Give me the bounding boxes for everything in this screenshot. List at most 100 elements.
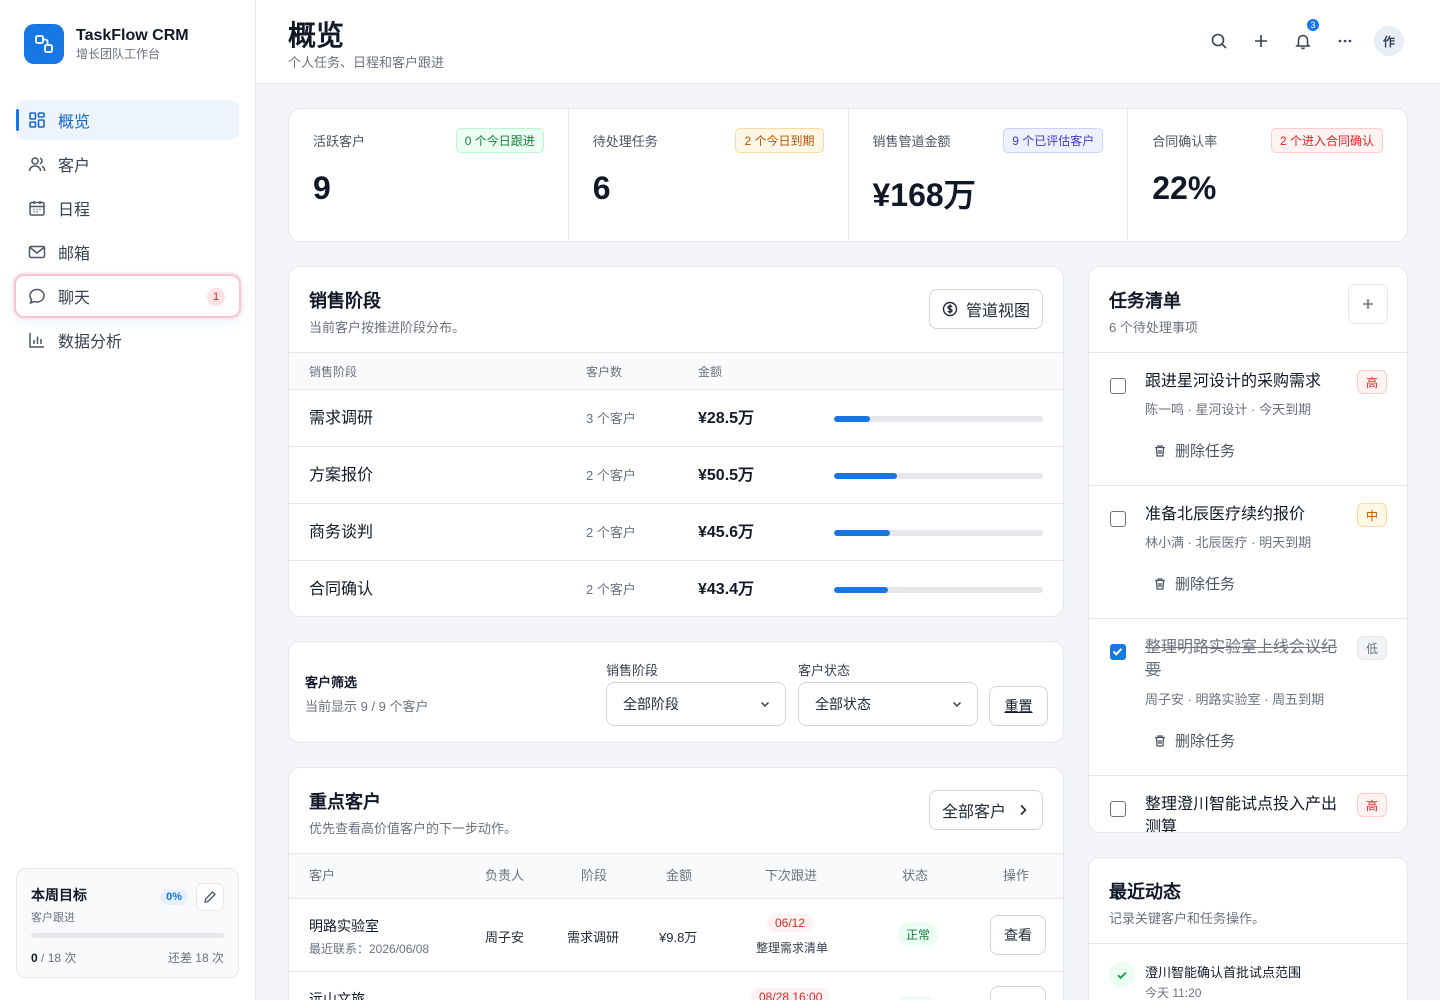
delete-task-button[interactable]: 删除任务 [1153, 730, 1235, 751]
sidebar-item-analytics[interactable]: 数据分析 [16, 320, 239, 360]
sidebar-item-clients[interactable]: 客户 [16, 144, 239, 184]
stage-name: 需求调研 [309, 410, 374, 427]
goal-edit-button[interactable] [196, 883, 224, 911]
pipeline-view-label: 管道视图 [965, 303, 1030, 320]
stage-count: 2 个客户 [586, 468, 636, 483]
key-clients-card: 重点客户 优先查看高价值客户的下一步动作。 全部客户 客户 负责人 阶段 金额 … [288, 767, 1064, 1000]
delete-task-button[interactable]: 删除任务 [1153, 440, 1235, 461]
next-followup-date: 08/28 16:00 [751, 988, 831, 1000]
stat-chip: 0 个今日跟进 [455, 128, 544, 153]
add-task-button[interactable] [1348, 284, 1388, 324]
chevron-right-icon [1020, 804, 1027, 816]
filter-subtitle: 当前显示 9 / 9 个客户 [305, 699, 429, 714]
stage-amount: ¥50.5万 [698, 467, 755, 484]
stage-amount: ¥28.5万 [698, 410, 755, 427]
pipeline-view-button[interactable]: 管道视图 [929, 289, 1043, 329]
app-subtitle: 增长团队工作台 [76, 47, 161, 61]
trash-icon [1155, 444, 1165, 457]
stage-amount: ¥43.4万 [698, 581, 755, 598]
column-header: 操作 [1003, 868, 1030, 883]
column-header: 阶段 [581, 868, 608, 883]
sidebar-item-overview[interactable]: 概览 [16, 100, 239, 140]
priority-badge: 低 [1357, 636, 1387, 660]
stat-contract-rate: 合同确认率 2 个进入合同确认 22% [1128, 109, 1407, 241]
sidebar-item-schedule[interactable]: 日程 [16, 188, 239, 228]
client-owner: 周子安 [485, 930, 525, 945]
more-horizontal-icon [1338, 39, 1352, 43]
plus-icon [1255, 35, 1267, 47]
status-filter-label: 客户状态 [798, 663, 851, 678]
task-title: 跟进星河设计的采购需求 [1145, 373, 1322, 390]
goal-percent-badge: 0% [160, 889, 188, 905]
status-badge: 正常 [898, 923, 939, 946]
stage-count: 3 个客户 [586, 411, 636, 426]
stage-name: 商务谈判 [309, 524, 374, 541]
stage-filter-select[interactable]: 全部阶段 [606, 682, 786, 726]
delete-task-button[interactable]: 删除任务 [1153, 573, 1235, 594]
stat-pending-tasks: 待处理任务 2 个今日到期 6 [569, 109, 849, 241]
stage-name: 合同确认 [309, 581, 374, 598]
all-clients-button[interactable]: 全部客户 [929, 790, 1043, 830]
reset-filter-button[interactable]: 重置 [989, 686, 1048, 726]
bar-chart-icon [28, 331, 46, 349]
stage-progress-bar [834, 587, 1043, 593]
task-checkbox[interactable] [1110, 511, 1126, 527]
plus-icon [1363, 299, 1373, 309]
client-name[interactable]: 远山文旅 [309, 989, 365, 1000]
dollar-circle-icon [942, 301, 958, 317]
status-badge [898, 996, 934, 1000]
task-checkbox-checked[interactable] [1110, 644, 1126, 660]
clients-table-header: 客户 负责人 阶段 金额 下次跟进 状态 操作 [289, 853, 1063, 899]
sidebar-item-mailbox[interactable]: 邮箱 [16, 232, 239, 272]
table-row: 明路实验室 最近联系：2026/06/08 周子安 需求调研 ¥9.8万 06/… [289, 899, 1063, 972]
stat-value: ¥168万 [872, 177, 976, 213]
stat-chip: 2 个今日到期 [735, 128, 824, 153]
section-title: 最近动态 [1109, 882, 1181, 902]
check-icon [1112, 648, 1123, 656]
sidebar-item-label: 日程 [58, 202, 91, 219]
chat-unread-badge: 1 [207, 288, 225, 306]
chevron-down-icon [760, 701, 770, 708]
delete-task-label: 删除任务 [1175, 576, 1236, 593]
column-header: 状态 [902, 868, 929, 883]
list-item: 澄川智能确认首批试点范围 今天 11:20 [1089, 944, 1407, 1000]
page-header: 概览 个人任务、日程和客户跟进 3 作 [256, 0, 1440, 84]
section-title: 销售阶段 [309, 291, 381, 311]
stage-count: 2 个客户 [586, 582, 636, 597]
goal-total: / 18 次 [41, 951, 77, 965]
list-item: 跟进星河设计的采购需求 陈一鸣 · 星河设计 · 今天到期 高 删除任务 [1089, 353, 1407, 486]
users-icon [28, 155, 46, 173]
section-title: 任务清单 [1109, 291, 1181, 311]
table-row: 方案报价 2 个客户 ¥50.5万 [289, 447, 1063, 504]
app-logo-icon [24, 24, 64, 64]
brand[interactable]: TaskFlow CRM 增长团队工作台 [24, 24, 189, 64]
client-name[interactable]: 明路实验室 [309, 916, 379, 936]
task-meta: 陈一鸣 · 星河设计 · 今天到期 [1145, 402, 1312, 417]
view-client-button[interactable] [990, 986, 1046, 1000]
notifications-button[interactable]: 3 [1288, 18, 1320, 56]
priority-badge: 高 [1357, 370, 1387, 394]
status-filter-select[interactable]: 全部状态 [798, 682, 978, 726]
sidebar-item-label: 概览 [58, 114, 91, 131]
sidebar-item-label: 客户 [58, 158, 91, 175]
stat-value: 22% [1152, 170, 1217, 206]
client-stage: 需求调研 [567, 930, 620, 945]
mail-icon [28, 243, 46, 261]
user-avatar[interactable]: 作 [1374, 26, 1404, 56]
stat-value: 6 [592, 170, 611, 206]
stage-name: 方案报价 [309, 467, 374, 484]
stage-progress-fill [834, 473, 897, 479]
task-checkbox[interactable] [1110, 801, 1126, 817]
sidebar-item-chat[interactable]: 聊天 1 [14, 274, 241, 318]
trash-icon [1155, 577, 1165, 590]
priority-badge: 高 [1357, 793, 1387, 817]
task-checkbox[interactable] [1110, 378, 1126, 394]
more-button[interactable] [1330, 26, 1360, 56]
search-button[interactable] [1204, 26, 1234, 56]
activity-time: 今天 11:20 [1145, 986, 1202, 1000]
stages-table-header: 销售阶段 客户数 金额 [289, 352, 1063, 390]
add-button[interactable] [1246, 26, 1276, 56]
view-client-button[interactable]: 查看 [990, 915, 1046, 955]
app-name: TaskFlow CRM [76, 27, 189, 44]
stage-progress-bar [834, 416, 1043, 422]
